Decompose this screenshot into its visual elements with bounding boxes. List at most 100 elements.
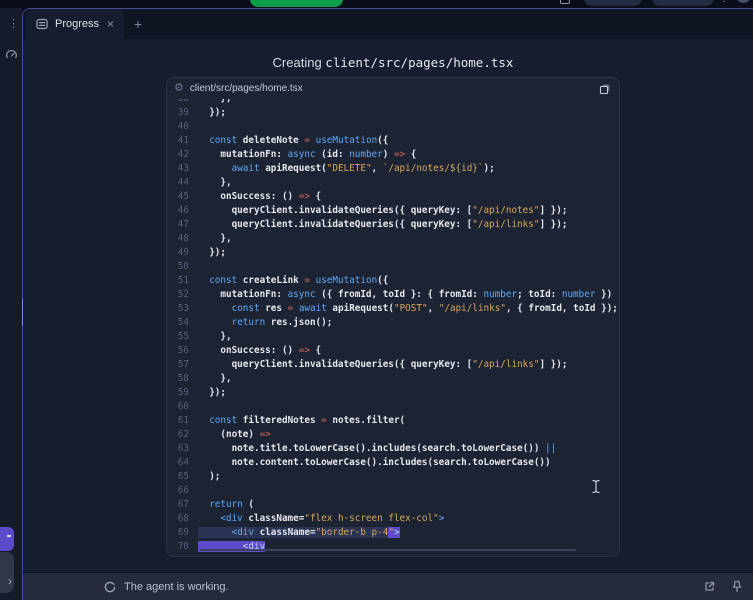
line-number: 48 xyxy=(167,232,189,246)
deploy-button[interactable]: Deploy xyxy=(652,0,714,6)
line-number: 51 xyxy=(167,274,189,288)
line-number: 68 xyxy=(167,512,189,526)
code-line: 54 return res.json(); xyxy=(167,316,620,330)
line-number: 53 xyxy=(167,302,189,316)
line-number: 47 xyxy=(167,218,189,232)
run-button[interactable]: ▶ Run xyxy=(250,0,343,7)
code-text: }, xyxy=(198,372,232,386)
status-message: The agent is working. xyxy=(124,581,229,593)
main-pane: Progress × + Creating client/src/pages/h… xyxy=(22,8,753,600)
code-card: ⚙ client/src/pages/home.tsx 38 },39 });4… xyxy=(166,77,620,557)
invite-button[interactable]: Invite xyxy=(584,0,642,6)
line-number: 44 xyxy=(167,176,189,190)
line-number: 61 xyxy=(167,414,189,428)
code-text: (note) => xyxy=(198,428,271,442)
code-line: 56 onSuccess: () => { xyxy=(167,344,620,358)
code-line: 48 }, xyxy=(167,232,620,246)
code-text: ); xyxy=(198,470,220,484)
code-text: return ( xyxy=(198,498,254,512)
code-text: await apiRequest("DELETE", `/api/notes/$… xyxy=(198,162,495,176)
code-editor[interactable]: 38 },39 });4041 const deleteNote = useMu… xyxy=(167,99,620,557)
code-card-header: ⚙ client/src/pages/home.tsx xyxy=(167,78,619,99)
line-number: 50 xyxy=(167,260,189,274)
floating-purple-icon xyxy=(7,535,11,537)
code-text: const createLink = useMutation({ xyxy=(198,274,388,288)
line-number: 42 xyxy=(167,148,189,162)
code-text: <div xyxy=(198,540,265,554)
code-text: const deleteNote = useMutation({ xyxy=(198,134,388,148)
code-text: }, xyxy=(198,232,232,246)
code-text: <div className="border-b p-4"> xyxy=(198,526,400,540)
floating-purple-button[interactable] xyxy=(0,527,14,551)
status-bar: The agent is working. xyxy=(23,572,753,600)
line-number: 60 xyxy=(167,400,189,414)
line-number: 38 xyxy=(167,99,189,106)
code-line: 66 xyxy=(167,484,620,498)
code-text: <div className="flex h-screen flex-col"> xyxy=(198,512,444,526)
gear-icon: ⚙ xyxy=(174,83,184,94)
line-number: 40 xyxy=(167,120,189,134)
tab-close-icon[interactable]: × xyxy=(106,18,115,30)
line-number: 58 xyxy=(167,372,189,386)
code-line: 39 }); xyxy=(167,106,620,120)
code-text: note.title.toLowerCase().includes(search… xyxy=(198,442,556,456)
code-line: 63 note.title.toLowerCase().includes(sea… xyxy=(167,442,620,456)
code-text: queryClient.invalidateQueries({ queryKey… xyxy=(198,218,567,232)
horizontal-scrollbar[interactable] xyxy=(199,549,576,551)
line-number: 70 xyxy=(167,540,189,554)
code-line: 47 queryClient.invalidateQueries({ query… xyxy=(167,218,620,232)
gauge-icon[interactable] xyxy=(5,48,18,66)
tab-bar: Progress × + xyxy=(23,9,753,39)
code-text: }, xyxy=(198,99,232,106)
run-button-label: Run xyxy=(291,0,312,1)
avatar[interactable] xyxy=(736,0,751,3)
code-text: }); xyxy=(198,106,226,120)
code-line: 57 queryClient.invalidateQueries({ query… xyxy=(167,358,620,372)
code-line: 43 await apiRequest("DELETE", `/api/note… xyxy=(167,162,620,176)
code-text: return res.json(); xyxy=(198,316,332,330)
pin-icon[interactable] xyxy=(731,580,743,593)
code-line: 42 mutationFn: async (id: number) => { xyxy=(167,148,620,162)
line-number: 39 xyxy=(167,106,189,120)
code-text: queryClient.invalidateQueries({ queryKey… xyxy=(198,204,567,218)
code-line: 62 (note) => xyxy=(167,428,620,442)
code-line: 59 }); xyxy=(167,386,620,400)
line-number: 52 xyxy=(167,288,189,302)
code-text: }, xyxy=(198,176,232,190)
page-title: Creating client/src/pages/home.tsx xyxy=(166,55,620,70)
code-text: onSuccess: () => { xyxy=(198,190,321,204)
code-line: 50 xyxy=(167,260,620,274)
line-number: 57 xyxy=(167,358,189,372)
copy-button[interactable] xyxy=(599,83,611,95)
line-number: 41 xyxy=(167,134,189,148)
line-number: 45 xyxy=(167,190,189,204)
tab-progress[interactable]: Progress × xyxy=(26,9,124,39)
code-line: 61 const filteredNotes = notes.filter( xyxy=(167,414,620,428)
new-tab-button[interactable]: + xyxy=(124,9,152,39)
code-text: note.content.toLowerCase().includes(sear… xyxy=(198,456,551,470)
code-line: 40 xyxy=(167,120,620,134)
line-number: 49 xyxy=(167,246,189,260)
history-icon[interactable] xyxy=(560,0,570,4)
floating-panel-corner[interactable]: › xyxy=(0,552,14,593)
chevron-right-icon: › xyxy=(8,575,12,587)
overflow-menu-icon[interactable]: ⋮ xyxy=(719,0,729,4)
mouse-cursor-ibeam xyxy=(591,479,601,499)
code-line: 41 const deleteNote = useMutation({ xyxy=(167,134,620,148)
spinner-icon xyxy=(104,581,116,593)
code-line: 64 note.content.toLowerCase().includes(s… xyxy=(167,456,620,470)
code-line: 44 }, xyxy=(167,176,620,190)
pane-resize-handle[interactable] xyxy=(22,299,23,326)
code-line: 58 }, xyxy=(167,372,620,386)
line-number: 67 xyxy=(167,498,189,512)
code-line: 60 xyxy=(167,400,620,414)
code-text: onSuccess: () => { xyxy=(198,344,321,358)
line-number: 62 xyxy=(167,428,189,442)
code-line: 53 const res = await apiRequest("POST", … xyxy=(167,302,620,316)
code-line: 70 <div xyxy=(167,540,620,554)
rail-menu-icon[interactable]: ⋮ xyxy=(8,22,14,27)
line-number: 56 xyxy=(167,344,189,358)
open-in-new-pane-icon[interactable] xyxy=(703,580,716,593)
code-line: 51 const createLink = useMutation({ xyxy=(167,274,620,288)
code-line: 67 return ( xyxy=(167,498,620,512)
